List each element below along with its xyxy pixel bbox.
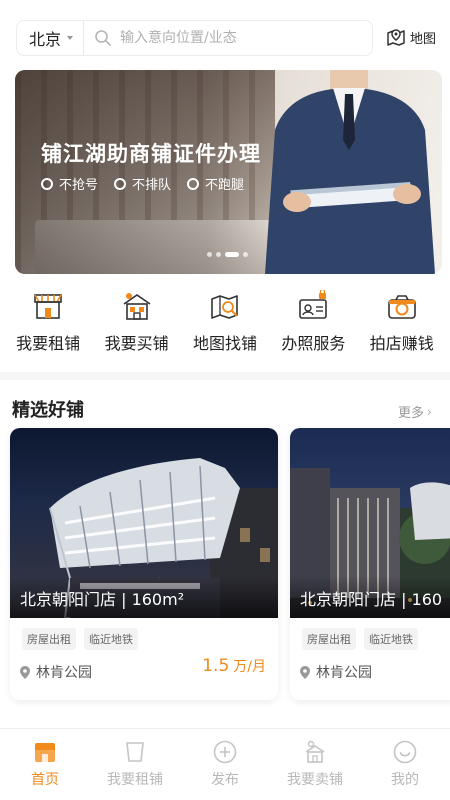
nav-label: 地图找铺	[192, 334, 257, 353]
banner-tag: 不排队	[114, 174, 171, 193]
caret-down-icon	[67, 36, 74, 40]
card-title: 北京朝阳门店 | 160	[300, 590, 443, 609]
nav-item-rent-shop[interactable]: 我要租铺	[4, 290, 92, 360]
storefront-icon	[34, 294, 62, 319]
camera-icon	[387, 295, 416, 319]
nav-label: 我要租铺	[16, 334, 81, 353]
tab-label: 我的	[391, 772, 419, 788]
city-label: 北京	[29, 30, 62, 49]
card-caption: 北京朝阳门店 | 160	[290, 576, 450, 618]
map-button[interactable]: 地图	[385, 26, 436, 48]
profile-smile-icon	[393, 740, 417, 764]
tab-label: 发布	[211, 772, 239, 788]
shop-card[interactable]: 北京朝阳门店 | 160m² 房屋出租 临近地铁 林肯公园 1.5 万/月	[10, 428, 278, 700]
location-pin-icon	[300, 665, 310, 679]
pagination-dot-active[interactable]	[225, 252, 239, 257]
card-location: 林肯公园	[290, 650, 450, 682]
nav-label: 办照服务	[281, 334, 346, 353]
search-input[interactable]	[120, 30, 361, 46]
banner-tags: 不抢号 不排队 不跑腿	[41, 174, 244, 193]
circle-icon	[114, 177, 127, 190]
promo-banner[interactable]: 铺江湖助商铺证件办理 不抢号 不排队 不跑腿	[15, 70, 442, 274]
bottom-tab-bar: 首页 我要租铺 发布 我要卖铺 我的	[0, 728, 450, 800]
price-value: 1.5	[202, 656, 230, 676]
price-unit: 万/月	[233, 659, 266, 675]
tab-publish[interactable]: 发布	[185, 739, 265, 800]
more-link[interactable]: 更多 ›	[398, 402, 432, 422]
shop-card[interactable]: 北京朝阳门店 | 160 房屋出租 临近地铁 林肯公园	[290, 428, 450, 700]
shop-building-icon	[123, 293, 151, 320]
map-pin-icon	[387, 29, 405, 46]
location-label: 林肯公园	[316, 665, 372, 681]
card-price: 1.5 万/月	[202, 656, 266, 676]
location-pin-icon	[20, 665, 30, 679]
tab-mine[interactable]: 我的	[365, 739, 445, 800]
tab-home[interactable]: 首页	[5, 739, 85, 800]
nav-label: 我要买铺	[104, 334, 169, 353]
card-tag: 临近地铁	[364, 628, 418, 650]
pagination-dot[interactable]	[207, 252, 212, 257]
section-divider	[0, 372, 450, 380]
card-tags: 房屋出租 临近地铁	[10, 618, 278, 650]
plus-circle-icon	[213, 740, 237, 764]
home-icon	[35, 743, 55, 762]
tab-label: 我要卖铺	[287, 772, 343, 788]
nav-item-buy-shop[interactable]: 我要买铺	[93, 290, 181, 360]
nav-item-license-service[interactable]: 办照服务	[269, 290, 357, 360]
banner-overlay	[15, 70, 442, 274]
more-label: 更多	[398, 406, 425, 421]
section-title: 精选好铺	[12, 400, 84, 421]
card-tag: 房屋出租	[22, 628, 76, 650]
circle-icon	[187, 177, 200, 190]
pagination-dot[interactable]	[243, 252, 248, 257]
search-field	[84, 29, 372, 47]
nav-label: 拍店赚钱	[369, 334, 434, 353]
tab-label: 首页	[31, 772, 59, 788]
shop-sell-icon	[305, 740, 325, 763]
category-nav: 我要租铺 我要买铺 地图找铺 办照服务 拍店赚钱	[0, 290, 450, 360]
location-label: 林肯公园	[36, 665, 92, 681]
featured-shops: 北京朝阳门店 | 160m² 房屋出租 临近地铁 林肯公园 1.5 万/月 北京…	[0, 428, 450, 708]
shop-photo: 北京朝阳门店 | 160m²	[10, 428, 278, 618]
circle-icon	[41, 177, 53, 190]
banner-pagination	[207, 252, 248, 257]
search-icon	[95, 30, 111, 46]
top-bar: 北京 地图	[0, 0, 450, 70]
search-bar: 北京	[16, 20, 373, 56]
card-title: 北京朝阳门店 | 160m²	[20, 590, 185, 609]
pagination-dot[interactable]	[216, 252, 221, 257]
tab-label: 我要租铺	[107, 772, 163, 788]
card-tags: 房屋出租 临近地铁	[290, 618, 450, 650]
bag-icon	[126, 742, 144, 762]
shop-photo: 北京朝阳门店 | 160	[290, 428, 450, 618]
tab-rent-shop[interactable]: 我要租铺	[95, 739, 175, 800]
home-page: 北京 地图	[0, 0, 450, 800]
banner-tag: 不抢号	[41, 174, 98, 193]
card-tag: 临近地铁	[84, 628, 138, 650]
banner-tag: 不跑腿	[187, 174, 244, 193]
tab-sell-shop[interactable]: 我要卖铺	[275, 739, 355, 800]
map-search-icon	[211, 295, 238, 319]
banner-title: 铺江湖助商铺证件办理	[41, 142, 261, 166]
license-card-icon	[299, 290, 328, 319]
card-tag: 房屋出租	[302, 628, 356, 650]
card-caption: 北京朝阳门店 | 160m²	[10, 576, 278, 618]
city-selector[interactable]: 北京	[17, 21, 85, 55]
chevron-right-icon: ›	[427, 404, 432, 419]
nav-item-photo-earn[interactable]: 拍店赚钱	[358, 290, 446, 360]
nav-item-map-search[interactable]: 地图找铺	[181, 290, 269, 360]
map-label: 地图	[410, 31, 437, 47]
